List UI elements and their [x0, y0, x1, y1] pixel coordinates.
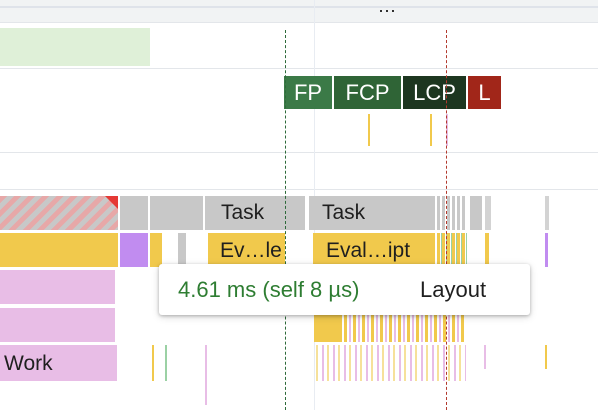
marker-fp[interactable]: FP	[284, 76, 332, 109]
fp-guide-line	[285, 30, 286, 410]
activity-tick	[484, 345, 486, 369]
work-label: Work	[4, 352, 53, 375]
evaluate-script-label: Eval…ipt	[326, 239, 411, 262]
long-task-flag	[105, 196, 118, 209]
task-label: Task	[322, 201, 366, 224]
network-request-bar[interactable]	[0, 28, 150, 66]
task-block[interactable]	[485, 196, 491, 230]
activity-tick	[430, 114, 432, 146]
script-block[interactable]	[0, 233, 118, 267]
hover-tooltip: 4.61 ms (self 8 µs) Layout	[159, 264, 530, 315]
long-task-block[interactable]	[0, 196, 118, 230]
script-block[interactable]	[437, 233, 467, 267]
track-divider	[0, 152, 598, 153]
task-block[interactable]	[437, 196, 467, 230]
marker-l[interactable]: L	[468, 76, 501, 109]
activity-tick	[152, 345, 154, 381]
track-divider	[0, 68, 598, 69]
painting-block[interactable]	[0, 308, 115, 342]
activity-strip	[316, 345, 466, 381]
script-block[interactable]	[150, 233, 162, 267]
track-divider	[0, 189, 598, 190]
tooltip-duration: 4.61 ms (self 8 µs)	[178, 277, 360, 302]
marker-lcp[interactable]: LCP	[403, 76, 466, 109]
toolbar-stripe	[0, 6, 598, 8]
task-block[interactable]	[470, 196, 482, 230]
task-block[interactable]	[150, 196, 203, 230]
evaluate-script-label: Ev…le	[220, 239, 282, 262]
tooltip-event-name: Layout	[420, 277, 487, 302]
activity-tick	[165, 345, 167, 381]
more-options-button[interactable]: ⋯	[373, 2, 401, 22]
activity-tick	[368, 114, 370, 146]
task-block[interactable]	[120, 196, 148, 230]
script-block[interactable]	[485, 233, 489, 267]
top-toolbar	[0, 0, 598, 22]
task-block[interactable]	[545, 196, 549, 230]
activity-tick	[545, 345, 547, 369]
script-block[interactable]	[545, 233, 548, 267]
task-block[interactable]	[178, 233, 186, 267]
activity-tick	[205, 345, 207, 405]
script-block[interactable]	[314, 315, 342, 342]
marker-fcp[interactable]: FCP	[334, 76, 401, 109]
load-guide-line	[446, 30, 447, 410]
task-label: Task	[221, 201, 265, 224]
painting-block[interactable]	[0, 270, 115, 304]
track-divider	[0, 22, 598, 23]
rendering-block[interactable]	[120, 233, 148, 267]
